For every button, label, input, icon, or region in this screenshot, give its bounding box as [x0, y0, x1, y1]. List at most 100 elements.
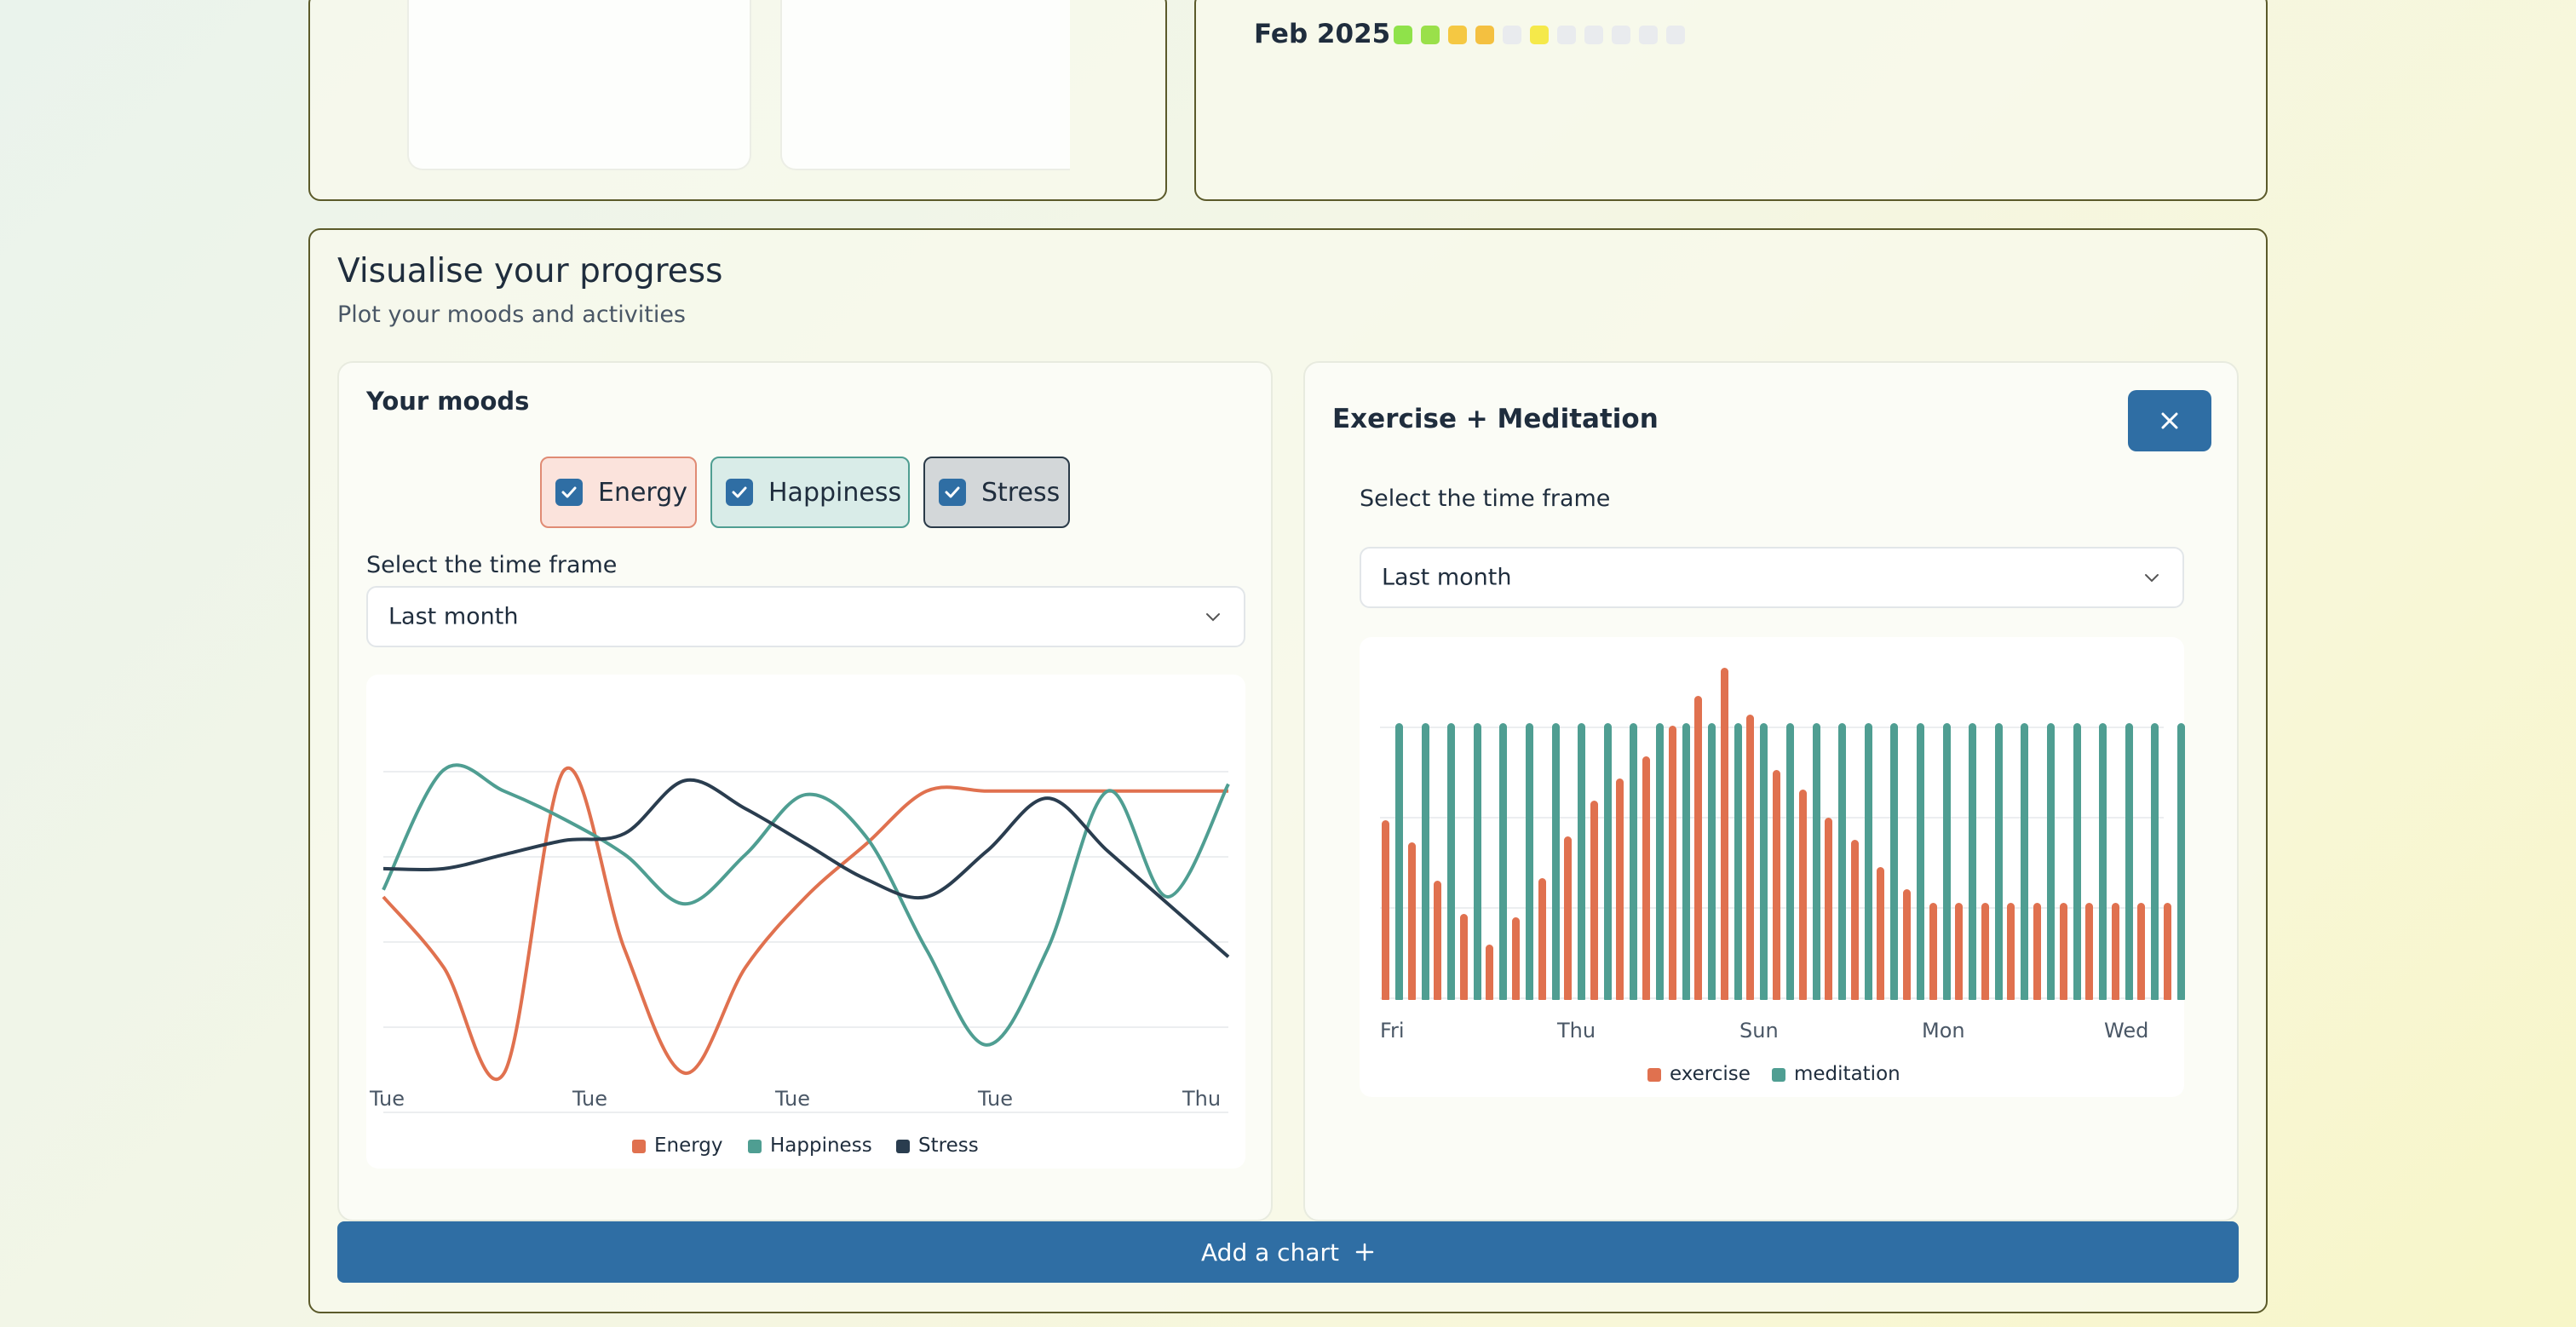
- streak-day-dot[interactable]: [1557, 26, 1576, 44]
- meditation-bar[interactable]: [1473, 723, 1481, 1000]
- exercise-bar[interactable]: [1407, 842, 1416, 1000]
- meditation-bar[interactable]: [1421, 723, 1429, 1000]
- streak-day-dot[interactable]: [1421, 26, 1440, 44]
- meditation-bar[interactable]: [1551, 723, 1560, 1000]
- meditation-bar[interactable]: [1603, 723, 1612, 1000]
- exercise-bar[interactable]: [2085, 903, 2094, 1000]
- meditation-bar[interactable]: [2177, 723, 2185, 1000]
- legend-happiness: Happiness: [748, 1135, 872, 1157]
- stress-checkbox[interactable]: [939, 479, 966, 506]
- meditation-bar[interactable]: [2021, 723, 2029, 1000]
- meditation-bar[interactable]: [2047, 723, 2055, 1000]
- exercise-bar[interactable]: [1642, 756, 1650, 1000]
- exercise-bar[interactable]: [1825, 817, 1833, 1000]
- x-tick-label: Sun: [1739, 1019, 1779, 1043]
- exercise-bar[interactable]: [2007, 903, 2015, 1000]
- toggle-energy-label: Energy: [598, 477, 688, 508]
- streak-day-dot[interactable]: [1584, 26, 1603, 44]
- meditation-bar[interactable]: [2073, 723, 2081, 1000]
- exercise-bar[interactable]: [2111, 903, 2119, 1000]
- meditation-bar[interactable]: [1786, 723, 1794, 1000]
- meditation-bar[interactable]: [1969, 723, 1977, 1000]
- meditation-bar[interactable]: [1890, 723, 1899, 1000]
- streak-day-dot[interactable]: [1666, 26, 1685, 44]
- streak-day-dot[interactable]: [1475, 26, 1494, 44]
- meditation-bar[interactable]: [2099, 723, 2107, 1000]
- exercise-bar[interactable]: [1903, 889, 1911, 1000]
- toggle-energy[interactable]: Energy: [540, 457, 697, 528]
- meditation-bar[interactable]: [1734, 723, 1742, 1000]
- exercise-bar[interactable]: [1981, 903, 1989, 1000]
- exercise-bar[interactable]: [1668, 726, 1676, 1000]
- meditation-bar[interactable]: [1499, 723, 1508, 1000]
- exercise-bar[interactable]: [1798, 790, 1807, 1000]
- meditation-bar[interactable]: [2151, 723, 2159, 1000]
- streak-day-dot[interactable]: [1639, 26, 1658, 44]
- add-chart-button[interactable]: Add a chart: [337, 1221, 2239, 1283]
- meditation-bar[interactable]: [1760, 723, 1768, 1000]
- activity-card: Exercise + Meditation Select the time fr…: [1303, 361, 2239, 1221]
- exercise-bar[interactable]: [1746, 715, 1755, 1000]
- chevron-down-icon: [2145, 574, 2159, 583]
- exercise-bar[interactable]: [1850, 839, 1859, 1000]
- moods-timeframe-select[interactable]: Last month: [366, 586, 1245, 647]
- meditation-bar[interactable]: [1838, 723, 1847, 1000]
- happiness-checkbox[interactable]: [726, 479, 753, 506]
- energy-checkbox[interactable]: [555, 479, 583, 506]
- moods-chart-area: Tue Tue Tue Tue Thu Energy Happiness Stress: [366, 675, 1245, 1169]
- meditation-bar[interactable]: [1942, 723, 1951, 1000]
- meditation-bar[interactable]: [1682, 723, 1690, 1000]
- exercise-bar[interactable]: [1929, 903, 1937, 1000]
- meditation-bar[interactable]: [1864, 723, 1872, 1000]
- x-tick-label: Tue: [775, 1087, 810, 1111]
- exercise-bar[interactable]: [2033, 903, 2041, 1000]
- streak-day-dot[interactable]: [1612, 26, 1630, 44]
- streak-day-dot[interactable]: [1530, 26, 1549, 44]
- toggle-happiness[interactable]: Happiness: [710, 457, 910, 528]
- moods-card: Your moods Energy Happiness Stress Selec…: [337, 361, 1273, 1221]
- close-chart-button[interactable]: [2128, 390, 2211, 451]
- exercise-bar[interactable]: [1955, 903, 1964, 1000]
- entry-card-1[interactable]: [407, 0, 751, 170]
- exercise-bar[interactable]: [2164, 903, 2171, 1000]
- exercise-bar[interactable]: [1773, 770, 1780, 1000]
- meditation-bar[interactable]: [2125, 723, 2133, 1000]
- meditation-bar[interactable]: [1917, 723, 1924, 1000]
- add-chart-label: Add a chart: [1201, 1238, 1339, 1267]
- exercise-bar[interactable]: [1564, 836, 1573, 1000]
- exercise-bar[interactable]: [1512, 916, 1520, 1000]
- exercise-bar[interactable]: [1382, 819, 1389, 1000]
- streak-day-dot[interactable]: [1503, 26, 1521, 44]
- exercise-bar[interactable]: [1720, 668, 1728, 1000]
- legend-meditation: meditation: [1772, 1063, 1900, 1085]
- exercise-bar[interactable]: [1590, 801, 1598, 1000]
- exercise-bar[interactable]: [1538, 878, 1546, 1000]
- streak-day-dot[interactable]: [1394, 26, 1412, 44]
- meditation-bar[interactable]: [1447, 723, 1456, 1000]
- meditation-bar[interactable]: [1526, 723, 1533, 1000]
- x-tick-label: Mon: [1922, 1019, 1965, 1043]
- exercise-bar[interactable]: [1616, 778, 1624, 1000]
- x-tick-label: Thu: [1557, 1019, 1596, 1043]
- streak-day-dot[interactable]: [1448, 26, 1467, 44]
- activity-timeframe-select[interactable]: Last month: [1360, 547, 2184, 608]
- exercise-bar[interactable]: [1694, 695, 1703, 1000]
- exercise-bar[interactable]: [2059, 903, 2067, 1000]
- meditation-bar[interactable]: [1630, 723, 1638, 1000]
- exercise-bar[interactable]: [1877, 867, 1885, 1000]
- meditation-bar[interactable]: [1656, 723, 1664, 1000]
- check-icon: [732, 486, 747, 498]
- meditation-bar[interactable]: [1578, 723, 1586, 1000]
- top-left-panel: [308, 0, 1167, 201]
- meditation-bar[interactable]: [1708, 723, 1716, 1000]
- meditation-bar[interactable]: [1994, 723, 2003, 1000]
- entry-card-2[interactable]: [780, 0, 1070, 170]
- exercise-bar[interactable]: [1459, 914, 1468, 1000]
- meditation-bar[interactable]: [1395, 723, 1403, 1000]
- meditation-bar[interactable]: [1812, 723, 1820, 1000]
- exercise-bar[interactable]: [1486, 945, 1494, 1000]
- exercise-bar[interactable]: [2137, 903, 2146, 1000]
- x-tick-label: Fri: [1380, 1019, 1405, 1043]
- exercise-bar[interactable]: [1434, 881, 1442, 1000]
- toggle-stress[interactable]: Stress: [923, 457, 1070, 528]
